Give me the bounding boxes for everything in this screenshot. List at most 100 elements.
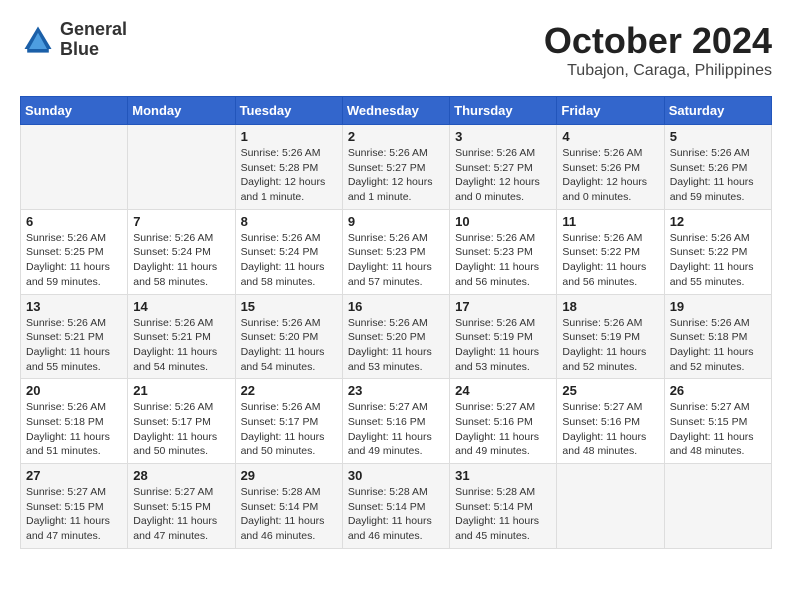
month-year: October 2024: [544, 20, 772, 62]
calendar-row: 13 Sunrise: 5:26 AMSunset: 5:21 PMDayligh…: [21, 294, 772, 379]
cell-content: Sunrise: 5:26 AMSunset: 5:28 PMDaylight:…: [241, 146, 337, 205]
cell-content: Sunrise: 5:28 AMSunset: 5:14 PMDaylight:…: [241, 485, 337, 544]
cell-content: Sunrise: 5:28 AMSunset: 5:14 PMDaylight:…: [348, 485, 444, 544]
day-number: 16: [348, 299, 444, 314]
day-number: 30: [348, 468, 444, 483]
calendar-cell: [557, 464, 664, 549]
calendar-row: 1 Sunrise: 5:26 AMSunset: 5:28 PMDaylight…: [21, 125, 772, 210]
calendar-cell: 22Sunrise: 5:26 AMSunset: 5:17 PMDayligh…: [235, 379, 342, 464]
day-number: 23: [348, 383, 444, 398]
day-number: 12: [670, 214, 766, 229]
calendar-cell: 25Sunrise: 5:27 AMSunset: 5:16 PMDayligh…: [557, 379, 664, 464]
calendar-table: SundayMondayTuesdayWednesdayThursdayFrid…: [20, 96, 772, 549]
cell-content: Sunrise: 5:26 AMSunset: 5:26 PMDaylight:…: [670, 146, 766, 205]
weekday-header: Wednesday: [342, 97, 449, 125]
cell-content: Sunrise: 5:26 AMSunset: 5:21 PMDaylight:…: [26, 316, 122, 375]
cell-content: Sunrise: 5:26 AMSunset: 5:26 PMDaylight:…: [562, 146, 658, 205]
calendar-row: 20 Sunrise: 5:26 AMSunset: 5:18 PMDayligh…: [21, 379, 772, 464]
calendar-cell: 2Sunrise: 5:26 AMSunset: 5:27 PMDaylight…: [342, 125, 449, 210]
cell-content: Sunrise: 5:27 AMSunset: 5:16 PMDaylight:…: [455, 400, 551, 459]
day-number: 2: [348, 129, 444, 144]
calendar-cell: 11 Sunrise: 5:26 AMSunset: 5:22 PMDayligh…: [557, 209, 664, 294]
calendar-cell: 13 Sunrise: 5:26 AMSunset: 5:21 PMDayligh…: [21, 294, 128, 379]
weekday-header: Monday: [128, 97, 235, 125]
cell-content: Sunrise: 5:27 AMSunset: 5:15 PMDaylight:…: [26, 485, 122, 544]
cell-content: Sunrise: 5:26 AMSunset: 5:17 PMDaylight:…: [133, 400, 229, 459]
logo-text: General Blue: [60, 20, 127, 60]
calendar-cell: 24 Sunrise: 5:27 AMSunset: 5:16 PMDayligh…: [450, 379, 557, 464]
calendar-cell: 1 Sunrise: 5:26 AMSunset: 5:28 PMDaylight…: [235, 125, 342, 210]
calendar-cell: 14 Sunrise: 5:26 AMSunset: 5:21 PMDayligh…: [128, 294, 235, 379]
logo: General Blue: [20, 20, 127, 60]
calendar-cell: 3 Sunrise: 5:26 AMSunset: 5:27 PMDaylight…: [450, 125, 557, 210]
day-number: 18: [562, 299, 658, 314]
calendar-header-row: SundayMondayTuesdayWednesdayThursdayFrid…: [21, 97, 772, 125]
day-number: 28: [133, 468, 229, 483]
calendar-cell: 12Sunrise: 5:26 AMSunset: 5:22 PMDayligh…: [664, 209, 771, 294]
calendar-cell: 16 Sunrise: 5:26 AMSunset: 5:20 PMDayligh…: [342, 294, 449, 379]
calendar-cell: 15 Sunrise: 5:26 AMSunset: 5:20 PMDayligh…: [235, 294, 342, 379]
day-number: 7: [133, 214, 229, 229]
page-header: General Blue October 2024 Tubajon, Carag…: [20, 20, 772, 80]
cell-content: Sunrise: 5:26 AMSunset: 5:19 PMDaylight:…: [562, 316, 658, 375]
day-number: 9: [348, 214, 444, 229]
day-number: 26: [670, 383, 766, 398]
calendar-cell: [128, 125, 235, 210]
cell-content: Sunrise: 5:26 AMSunset: 5:25 PMDaylight:…: [26, 231, 122, 290]
cell-content: Sunrise: 5:26 AMSunset: 5:24 PMDaylight:…: [241, 231, 337, 290]
day-number: 11: [562, 214, 658, 229]
cell-content: Sunrise: 5:26 AMSunset: 5:21 PMDaylight:…: [133, 316, 229, 375]
logo-icon: [20, 22, 56, 58]
day-number: 5: [670, 129, 766, 144]
calendar-cell: [664, 464, 771, 549]
cell-content: Sunrise: 5:26 AMSunset: 5:19 PMDaylight:…: [455, 316, 551, 375]
cell-content: Sunrise: 5:27 AMSunset: 5:16 PMDaylight:…: [348, 400, 444, 459]
calendar-cell: 31 Sunrise: 5:28 AMSunset: 5:14 PMDayligh…: [450, 464, 557, 549]
calendar-cell: 9Sunrise: 5:26 AMSunset: 5:23 PMDaylight…: [342, 209, 449, 294]
calendar-cell: 7 Sunrise: 5:26 AMSunset: 5:24 PMDaylight…: [128, 209, 235, 294]
day-number: 20: [26, 383, 122, 398]
cell-content: Sunrise: 5:26 AMSunset: 5:17 PMDaylight:…: [241, 400, 337, 459]
calendar-cell: 23 Sunrise: 5:27 AMSunset: 5:16 PMDayligh…: [342, 379, 449, 464]
weekday-header: Thursday: [450, 97, 557, 125]
day-number: 1: [241, 129, 337, 144]
cell-content: Sunrise: 5:27 AMSunset: 5:15 PMDaylight:…: [133, 485, 229, 544]
location: Tubajon, Caraga, Philippines: [544, 62, 772, 80]
calendar-row: 6Sunrise: 5:26 AMSunset: 5:25 PMDaylight…: [21, 209, 772, 294]
calendar-cell: 30 Sunrise: 5:28 AMSunset: 5:14 PMDayligh…: [342, 464, 449, 549]
title-section: October 2024 Tubajon, Caraga, Philippine…: [544, 20, 772, 80]
day-number: 21: [133, 383, 229, 398]
weekday-header: Friday: [557, 97, 664, 125]
calendar-cell: 17 Sunrise: 5:26 AMSunset: 5:19 PMDayligh…: [450, 294, 557, 379]
calendar-cell: 8 Sunrise: 5:26 AMSunset: 5:24 PMDaylight…: [235, 209, 342, 294]
day-number: 29: [241, 468, 337, 483]
calendar-cell: 27Sunrise: 5:27 AMSunset: 5:15 PMDayligh…: [21, 464, 128, 549]
cell-content: Sunrise: 5:26 AMSunset: 5:27 PMDaylight:…: [455, 146, 551, 205]
weekday-header: Saturday: [664, 97, 771, 125]
cell-content: Sunrise: 5:28 AMSunset: 5:14 PMDaylight:…: [455, 485, 551, 544]
day-number: 14: [133, 299, 229, 314]
day-number: 4: [562, 129, 658, 144]
day-number: 24: [455, 383, 551, 398]
calendar-cell: 4 Sunrise: 5:26 AMSunset: 5:26 PMDaylight…: [557, 125, 664, 210]
cell-content: Sunrise: 5:27 AMSunset: 5:15 PMDaylight:…: [670, 400, 766, 459]
cell-content: Sunrise: 5:26 AMSunset: 5:24 PMDaylight:…: [133, 231, 229, 290]
cell-content: Sunrise: 5:26 AMSunset: 5:22 PMDaylight:…: [562, 231, 658, 290]
cell-content: Sunrise: 5:27 AMSunset: 5:16 PMDaylight:…: [562, 400, 658, 459]
calendar-cell: 29 Sunrise: 5:28 AMSunset: 5:14 PMDayligh…: [235, 464, 342, 549]
calendar-cell: 26 Sunrise: 5:27 AMSunset: 5:15 PMDayligh…: [664, 379, 771, 464]
day-number: 13: [26, 299, 122, 314]
day-number: 15: [241, 299, 337, 314]
cell-content: Sunrise: 5:26 AMSunset: 5:18 PMDaylight:…: [26, 400, 122, 459]
day-number: 31: [455, 468, 551, 483]
day-number: 19: [670, 299, 766, 314]
cell-content: Sunrise: 5:26 AMSunset: 5:20 PMDaylight:…: [348, 316, 444, 375]
calendar-cell: 18 Sunrise: 5:26 AMSunset: 5:19 PMDayligh…: [557, 294, 664, 379]
day-number: 17: [455, 299, 551, 314]
day-number: 3: [455, 129, 551, 144]
day-number: 8: [241, 214, 337, 229]
calendar-cell: 19Sunrise: 5:26 AMSunset: 5:18 PMDayligh…: [664, 294, 771, 379]
cell-content: Sunrise: 5:26 AMSunset: 5:23 PMDaylight:…: [455, 231, 551, 290]
cell-content: Sunrise: 5:26 AMSunset: 5:20 PMDaylight:…: [241, 316, 337, 375]
calendar-cell: [21, 125, 128, 210]
